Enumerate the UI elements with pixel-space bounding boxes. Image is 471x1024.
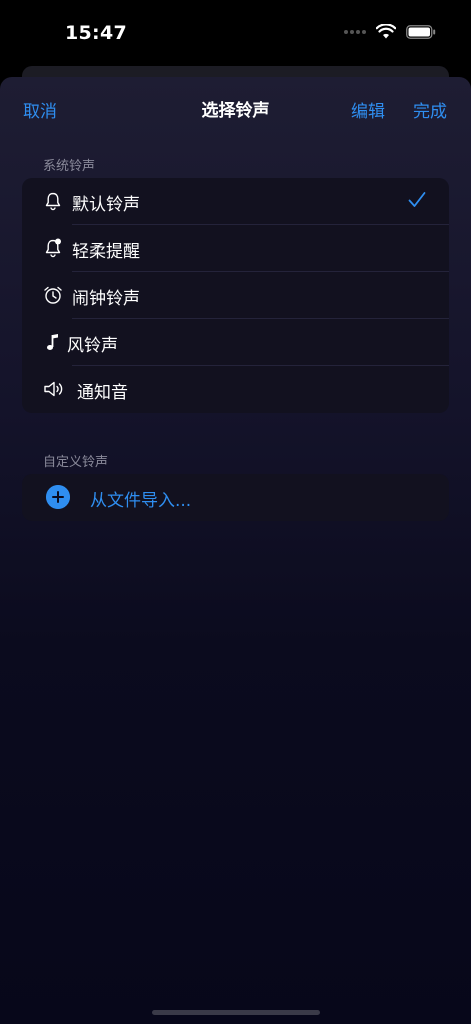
bell-icon xyxy=(45,192,61,211)
page-title: 选择铃声 xyxy=(201,101,270,121)
list-item-label: 风铃声 xyxy=(67,336,118,356)
battery-icon xyxy=(406,24,436,39)
section-header-custom: 自定义铃声 xyxy=(43,455,109,470)
import-from-file-button[interactable]: 从文件导入... xyxy=(22,474,449,521)
home-indicator[interactable] xyxy=(152,1010,320,1015)
status-time: 15:47 xyxy=(65,22,127,44)
section-header-system: 系统铃声 xyxy=(43,159,96,174)
list-item-gentle[interactable]: 轻柔提醒 xyxy=(22,225,449,272)
status-icons xyxy=(344,24,436,39)
list-item-label: 默认铃声 xyxy=(72,195,140,215)
list-item-default[interactable]: 默认铃声 xyxy=(22,178,449,225)
cellular-signal-icon xyxy=(344,29,366,34)
list-item-label: 通知音 xyxy=(77,383,128,403)
wifi-icon xyxy=(376,24,396,39)
system-ringtone-list: 默认铃声 轻柔提醒 闹钟铃声 风铃声 通知音 xyxy=(22,178,449,413)
alarm-clock-icon xyxy=(44,286,62,304)
speaker-icon xyxy=(44,381,63,397)
status-bar: 15:47 xyxy=(0,0,471,66)
custom-ringtone-list: 从文件导入... xyxy=(22,474,449,521)
navigation-bar: 取消 选择铃声 编辑 完成 xyxy=(0,77,471,137)
plus-circle-icon xyxy=(46,485,70,509)
edit-button[interactable]: 编辑 xyxy=(351,97,385,122)
list-item-windchime[interactable]: 风铃声 xyxy=(22,319,449,366)
list-item-alarm[interactable]: 闹钟铃声 xyxy=(22,272,449,319)
bell-badge-icon xyxy=(45,238,61,258)
list-item-label: 轻柔提醒 xyxy=(72,242,140,262)
done-button[interactable]: 完成 xyxy=(413,97,447,122)
checkmark-icon xyxy=(408,192,426,207)
list-item-label: 闹钟铃声 xyxy=(72,289,140,309)
import-label: 从文件导入... xyxy=(90,491,192,511)
list-item-notification[interactable]: 通知音 xyxy=(22,366,449,413)
ringtone-picker-sheet: 取消 选择铃声 编辑 完成 系统铃声 默认铃声 轻柔提醒 闹钟铃声 风铃声 通知… xyxy=(0,77,471,1024)
music-note-icon xyxy=(47,334,58,350)
